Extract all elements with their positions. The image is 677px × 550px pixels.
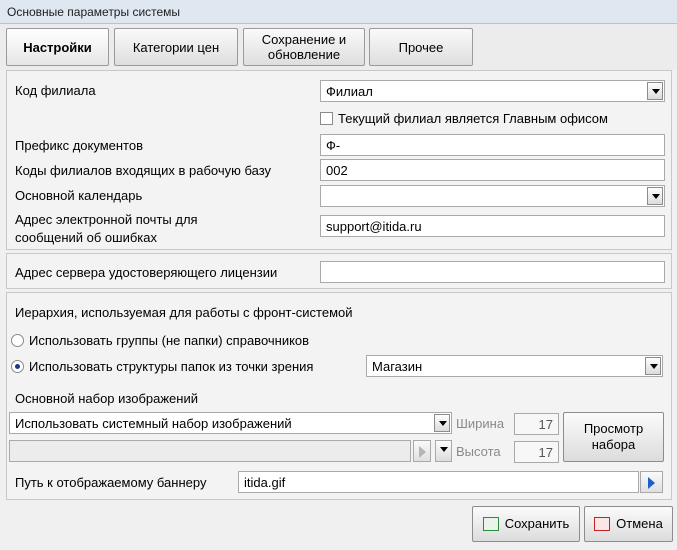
branch-codes-input[interactable]: 002	[320, 159, 665, 181]
email-label-line2: сообщений об ошибках	[15, 230, 158, 245]
image-set-value: Использовать системный набор изображений	[15, 416, 292, 431]
branch-codes-label: Коды филиалов входящих в рабочую базу	[15, 163, 272, 178]
radio-groups-label: Использовать группы (не папки) справочни…	[29, 333, 310, 348]
calendar-select[interactable]	[320, 185, 665, 207]
branch-code-select[interactable]: Филиал	[320, 80, 665, 102]
play-icon[interactable]	[640, 471, 663, 493]
chevron-down-icon[interactable]	[434, 414, 450, 432]
image-set-select[interactable]: Использовать системный набор изображений	[9, 412, 452, 434]
banner-input[interactable]: itida.gif	[238, 471, 639, 493]
radio-folders[interactable]	[11, 360, 24, 373]
preview-set-button[interactable]: Просмотр набора	[563, 412, 664, 462]
folders-select[interactable]: Магазин	[366, 355, 663, 377]
play-icon[interactable]	[413, 440, 431, 462]
tab-price-categories[interactable]: Категории цен	[114, 28, 238, 66]
chevron-down-icon[interactable]	[647, 187, 663, 205]
chevron-down-icon[interactable]	[645, 357, 661, 375]
save-icon	[482, 517, 499, 531]
height-input[interactable]: 17	[514, 441, 559, 463]
settings-panel: Код филиала Филиал Текущий филиал являет…	[6, 70, 672, 250]
window-title: Основные параметры системы	[7, 5, 181, 19]
banner-label: Путь к отображаемому баннеру	[15, 475, 207, 490]
save-button[interactable]: Сохранить	[472, 506, 580, 542]
main-office-checkbox-label: Текущий филиал является Главным офисом	[338, 111, 608, 126]
radio-groups[interactable]	[11, 334, 24, 347]
custom-image-set-input[interactable]	[9, 440, 411, 462]
tab-bar: Настройки Категории цен Сохранение и обн…	[0, 24, 677, 70]
calendar-label: Основной календарь	[15, 188, 143, 203]
chevron-down-icon[interactable]	[436, 441, 451, 461]
cancel-button[interactable]: Отмена	[584, 506, 673, 542]
width-input[interactable]: 17	[514, 413, 559, 435]
branch-code-value: Филиал	[326, 84, 373, 99]
tab-settings[interactable]: Настройки	[6, 28, 109, 66]
chevron-down-icon[interactable]	[647, 82, 663, 100]
license-server-input[interactable]	[320, 261, 665, 283]
tab-other[interactable]: Прочее	[369, 28, 473, 66]
height-label: Высота	[456, 444, 501, 459]
images-title: Основной набор изображений	[15, 391, 198, 406]
email-label-line1: Адрес электронной почты для	[15, 212, 198, 227]
cancel-icon	[594, 517, 611, 531]
custom-set-dropdown[interactable]	[435, 440, 452, 462]
width-label: Ширина	[456, 416, 505, 431]
branch-code-label: Код филиала	[15, 83, 96, 98]
cancel-button-label: Отмена	[616, 516, 663, 531]
doc-prefix-input[interactable]: Ф-	[320, 134, 665, 156]
hierarchy-panel: Иерархия, используемая для работы с фрон…	[6, 292, 672, 500]
license-panel: Адрес сервера удостоверяющего лицензии	[6, 253, 672, 289]
license-server-label: Адрес сервера удостоверяющего лицензии	[15, 265, 278, 280]
save-button-label: Сохранить	[504, 516, 570, 531]
main-office-checkbox[interactable]	[320, 112, 333, 125]
folders-value: Магазин	[372, 359, 423, 374]
email-input[interactable]: support@itida.ru	[320, 215, 665, 237]
radio-folders-label: Использовать структуры папок из точки зр…	[29, 359, 314, 374]
hierarchy-title: Иерархия, используемая для работы с фрон…	[15, 305, 353, 320]
tab-save-update[interactable]: Сохранение и обновление	[243, 28, 365, 66]
window-titlebar: Основные параметры системы	[0, 0, 677, 24]
doc-prefix-label: Префикс документов	[15, 138, 144, 153]
